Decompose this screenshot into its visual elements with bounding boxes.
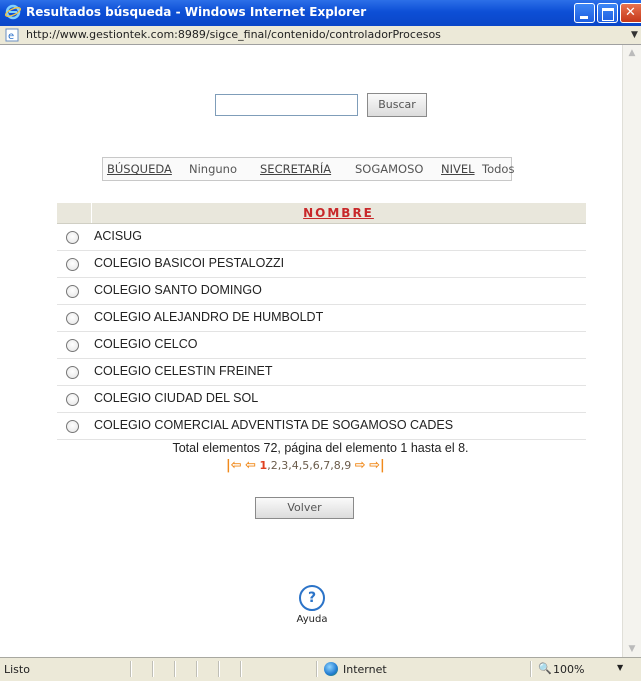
scroll-up-icon[interactable]: ▲	[625, 46, 639, 60]
table-row[interactable]: COLEGIO ALEJANDRO DE HUMBOLDT	[57, 305, 586, 332]
table-row[interactable]: COLEGIO COMERCIAL ADVENTISTA DE SOGAMOSO…	[57, 413, 586, 440]
filter-secretaria-value: SOGAMOSO	[355, 162, 424, 176]
status-divider	[196, 661, 198, 677]
row-radio[interactable]	[66, 285, 79, 298]
pagination-summary: Total elementos 72, página del elemento …	[172, 441, 469, 455]
page-link[interactable]: ,3	[278, 459, 289, 472]
page-link[interactable]: ,4	[288, 459, 299, 472]
row-name: COLEGIO SANTO DOMINGO	[94, 283, 262, 297]
row-name: COLEGIO ALEJANDRO DE HUMBOLDT	[94, 310, 324, 324]
status-divider	[174, 661, 176, 677]
window-title: Resultados búsqueda - Windows Internet E…	[26, 5, 367, 19]
row-name: COLEGIO CELESTIN FREINET	[94, 364, 273, 378]
status-bar: Listo Internet 🔍 100% ▼	[0, 657, 641, 681]
filter-nivel-value: Todos	[482, 162, 515, 176]
row-radio[interactable]	[66, 366, 79, 379]
filter-summary: BÚSQUEDA Ninguno SECRETARÍA SOGAMOSO NIV…	[102, 157, 515, 181]
minimize-button[interactable]	[574, 3, 595, 23]
row-radio[interactable]	[66, 312, 79, 325]
scroll-down-icon[interactable]: ▼	[625, 642, 639, 656]
row-radio[interactable]	[66, 258, 79, 271]
status-text: Listo	[4, 663, 30, 676]
zoom-dropdown-icon[interactable]: ▼	[617, 663, 623, 672]
page-link[interactable]: ,2	[267, 459, 278, 472]
table-row[interactable]: ACISUG	[57, 224, 586, 251]
row-radio[interactable]	[66, 420, 79, 433]
internet-explorer-icon	[5, 4, 21, 20]
first-page-arrow-icon[interactable]: |⇦	[226, 458, 242, 473]
filter-nivel-link[interactable]: NIVEL	[441, 158, 475, 180]
address-bar[interactable]: e http://www.gestiontek.com:8989/sigce_f…	[0, 26, 641, 45]
page-link[interactable]: ,8	[330, 459, 341, 472]
svg-text:e: e	[8, 31, 14, 42]
maximize-button[interactable]	[597, 3, 618, 23]
status-divider	[316, 661, 318, 677]
table-row[interactable]: COLEGIO CELCO	[57, 332, 586, 359]
row-radio[interactable]	[66, 339, 79, 352]
table-row[interactable]: COLEGIO CELESTIN FREINET	[57, 359, 586, 386]
page-link[interactable]: ,7	[320, 459, 331, 472]
table-row[interactable]: COLEGIO CIUDAD DEL SOL	[57, 386, 586, 413]
page-link[interactable]: ,6	[309, 459, 320, 472]
row-radio[interactable]	[66, 393, 79, 406]
window-titlebar: Resultados búsqueda - Windows Internet E…	[0, 0, 641, 26]
chevron-down-icon[interactable]: ▼	[628, 27, 641, 43]
row-radio[interactable]	[66, 231, 79, 244]
filter-busqueda-value: Ninguno	[189, 162, 237, 176]
pagination: |⇦ ⇦ 1,2,3,4,5,6,7,8,9 ⇨ ⇨|	[226, 458, 385, 474]
status-divider	[152, 661, 154, 677]
row-name: COLEGIO COMERCIAL ADVENTISTA DE SOGAMOSO…	[94, 418, 454, 432]
page-icon: e	[5, 28, 19, 42]
row-name: COLEGIO BASICOI PESTALOZZI	[94, 256, 285, 270]
status-divider	[530, 661, 532, 677]
row-name: ACISUG	[94, 229, 142, 243]
filter-busqueda-link[interactable]: BÚSQUEDA	[107, 158, 172, 180]
column-header-nombre[interactable]: NOMBRE	[91, 203, 586, 223]
header-corner	[57, 203, 92, 223]
close-button[interactable]	[620, 3, 641, 23]
back-button[interactable]: Volver	[255, 497, 354, 519]
security-zone[interactable]: Internet	[343, 663, 387, 676]
page-content: Buscar BÚSQUEDA Ninguno SECRETARÍA SOGAM…	[0, 45, 622, 657]
status-divider	[130, 661, 132, 677]
table-row[interactable]: COLEGIO BASICOI PESTALOZZI	[57, 251, 586, 278]
results-table: NOMBRE ACISUG COLEGIO BASICOI PESTALOZZI…	[57, 203, 586, 440]
vertical-scrollbar[interactable]: ▲ ▼	[622, 45, 641, 657]
next-page-arrow-icon[interactable]: ⇨	[355, 458, 366, 473]
filter-secretaria-link[interactable]: SECRETARÍA	[260, 158, 331, 180]
zoom-icon[interactable]: 🔍	[538, 662, 552, 675]
globe-icon	[324, 662, 338, 676]
table-row[interactable]: COLEGIO SANTO DOMINGO	[57, 278, 586, 305]
prev-page-arrow-icon[interactable]: ⇦	[245, 458, 256, 473]
page-link[interactable]: ,9	[341, 459, 352, 472]
page-link[interactable]: ,5	[299, 459, 310, 472]
last-page-arrow-icon[interactable]: ⇨|	[369, 458, 385, 473]
search-button[interactable]: Buscar	[367, 93, 427, 117]
help-question-icon[interactable]: ?	[299, 585, 325, 611]
zoom-level[interactable]: 100%	[553, 663, 584, 676]
help-label[interactable]: Ayuda	[289, 614, 335, 625]
row-name: COLEGIO CIUDAD DEL SOL	[94, 391, 259, 405]
status-divider	[218, 661, 220, 677]
address-url[interactable]: http://www.gestiontek.com:8989/sigce_fin…	[26, 28, 441, 41]
help-link[interactable]: ? Ayuda	[289, 585, 335, 625]
row-name: COLEGIO CELCO	[94, 337, 198, 351]
status-divider	[240, 661, 242, 677]
search-input[interactable]	[215, 94, 358, 116]
table-header: NOMBRE	[57, 203, 586, 224]
